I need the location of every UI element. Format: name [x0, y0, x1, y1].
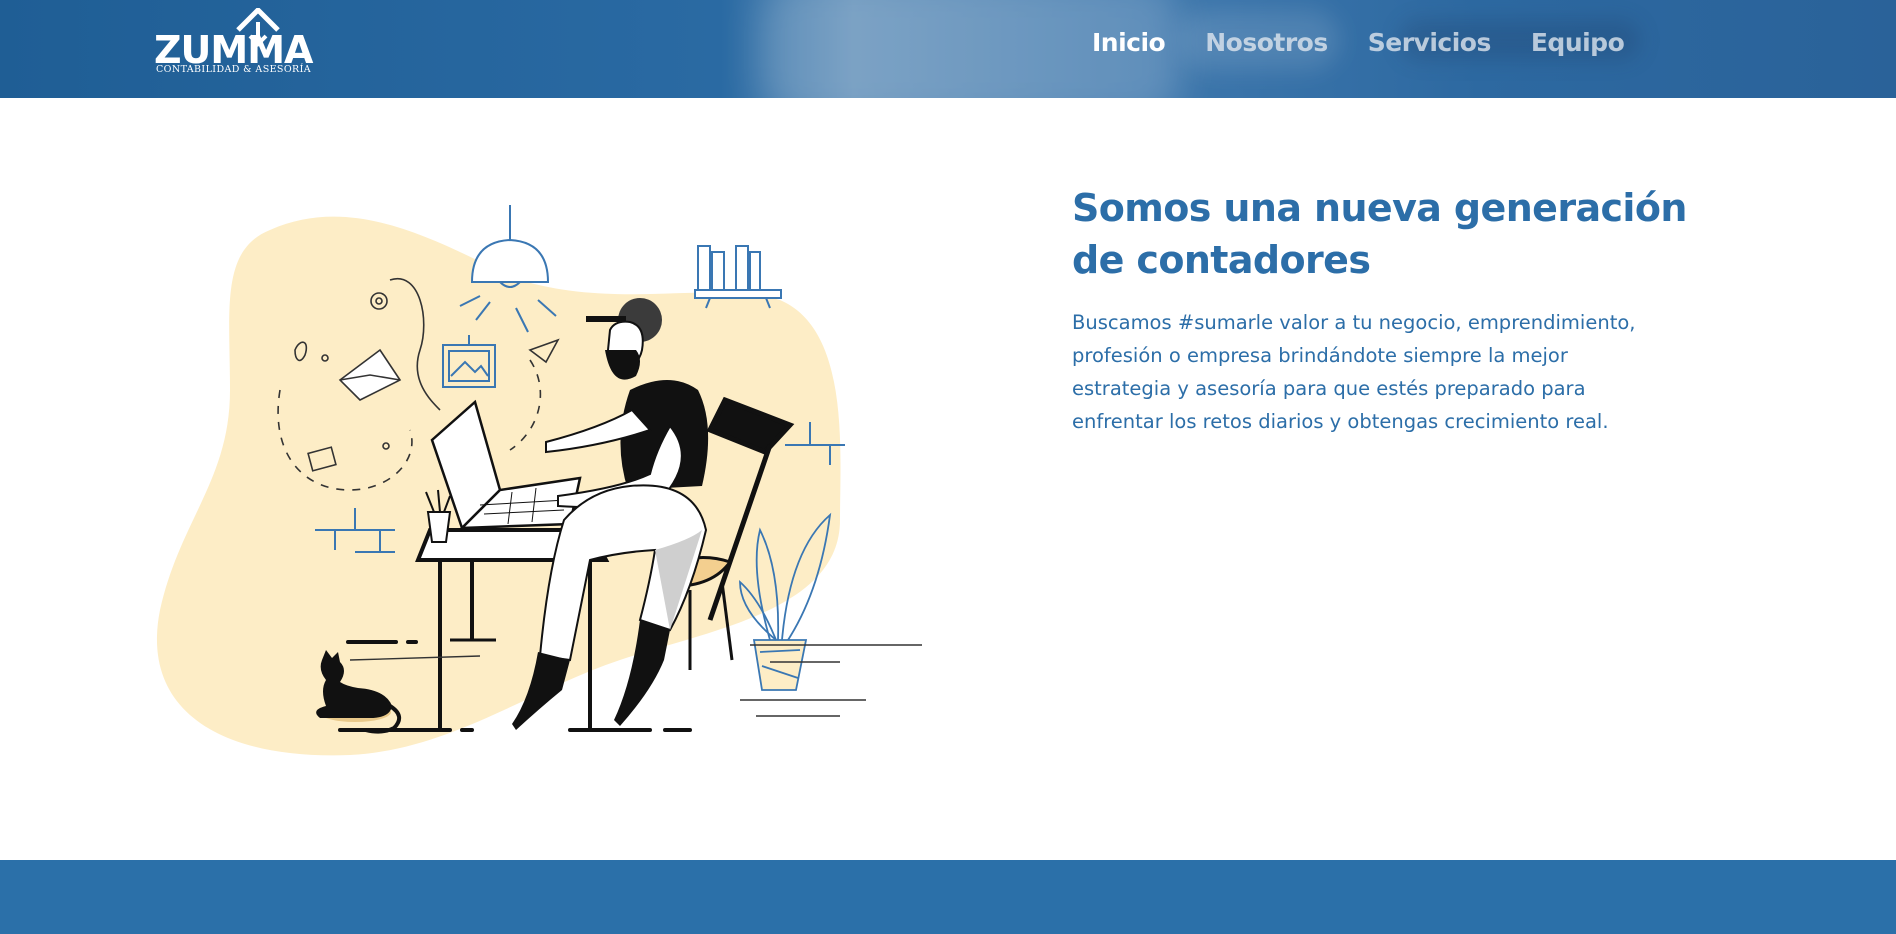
hero-description: Buscamos #sumarle valor a tu negocio, em…: [1072, 311, 1636, 433]
next-section-band: [0, 860, 1896, 934]
nav-item-equipo[interactable]: Equipo: [1531, 28, 1625, 57]
hero-title: Somos una nueva generación de contadores: [1072, 186, 1687, 282]
brand-logo[interactable]: ZUMMA CONTABILIDAD & ASESORÍA: [154, 8, 324, 78]
top-navigation-bar: ZUMMA CONTABILIDAD & ASESORÍA Inicio Nos…: [0, 0, 1896, 98]
nav-item-inicio[interactable]: Inicio: [1092, 28, 1166, 57]
nav-item-servicios[interactable]: Servicios: [1368, 28, 1492, 57]
nav-item-nosotros[interactable]: Nosotros: [1205, 28, 1328, 57]
main-nav: Inicio Nosotros Servicios Equipo: [1092, 28, 1625, 57]
brand-tagline: CONTABILIDAD & ASESORÍA: [156, 64, 311, 75]
bookshelf-icon: [694, 245, 782, 309]
hero-illustration: [156, 205, 922, 756]
